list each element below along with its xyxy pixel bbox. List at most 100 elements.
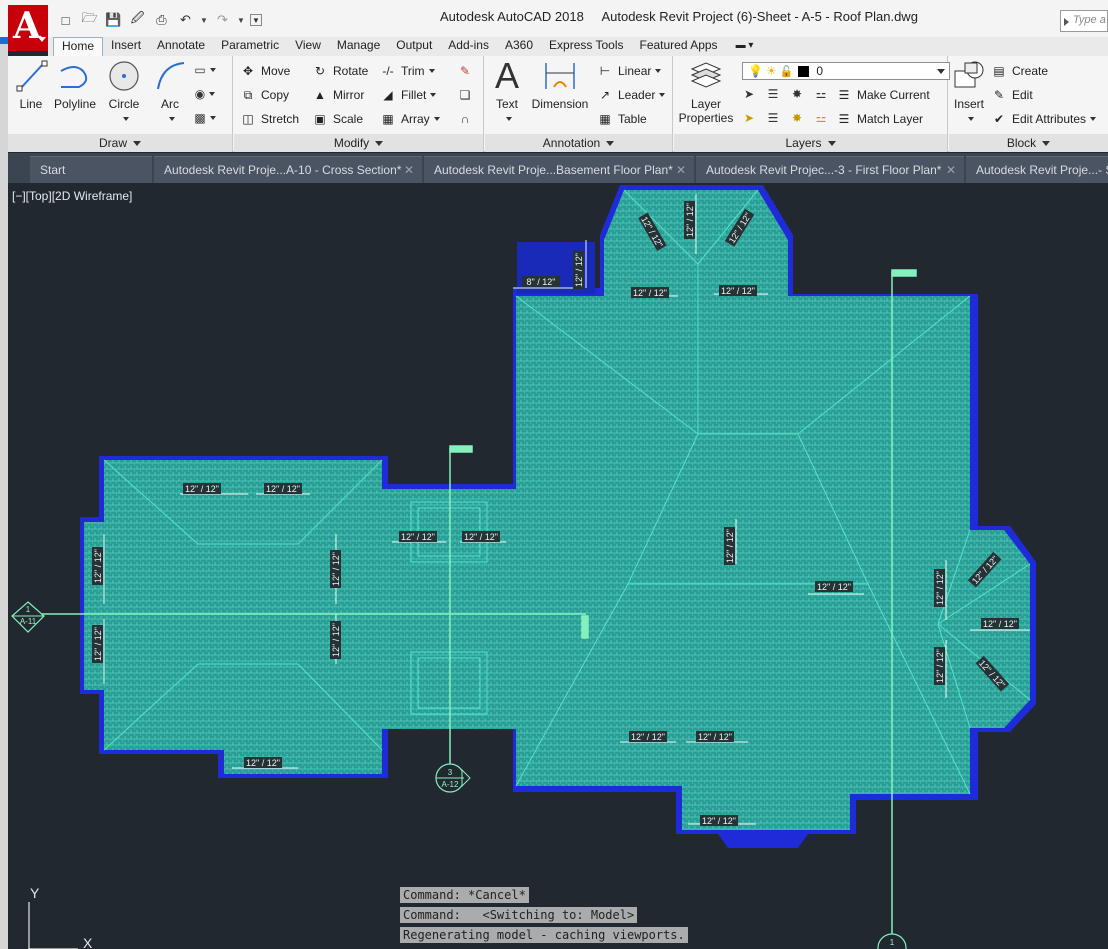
stretch-button[interactable]: ◫ Stretch xyxy=(240,109,299,129)
viewport-controls[interactable]: [−][Top][2D Wireframe] xyxy=(12,189,132,203)
edit-attributes-icon: ✔ xyxy=(993,112,1005,126)
chevron-down-icon[interactable] xyxy=(506,116,512,121)
plot-icon[interactable]: ⎙ xyxy=(152,11,171,29)
modify-panel-title[interactable]: Modify xyxy=(234,134,483,152)
draw-panel-title[interactable]: Draw xyxy=(8,134,232,152)
dimension-button[interactable]: Dimension xyxy=(529,59,591,111)
slope-tag-text: 12" / 12" xyxy=(93,549,103,583)
unlock-icon[interactable]: 🔓 xyxy=(780,65,794,78)
window-title: Autodesk AutoCAD 2018 Autodesk Revit Pro… xyxy=(440,9,918,24)
ribbon-minimize-icon[interactable]: ▬ ▾ xyxy=(726,37,764,56)
annotation-panel-title[interactable]: Annotation xyxy=(485,134,672,152)
insert-button[interactable]: Insert xyxy=(951,59,987,125)
section-marker-1-a11[interactable]: 1 A-11 xyxy=(11,601,45,633)
section-marker-3-a12[interactable]: 3 A-12 xyxy=(435,763,471,793)
close-icon[interactable]: ✕ xyxy=(404,157,414,183)
tab-add-ins[interactable]: Add-ins xyxy=(440,37,497,56)
close-icon[interactable]: ✕ xyxy=(676,157,686,183)
layer-unisolate-icon[interactable]: ☰ xyxy=(764,110,782,126)
match-layer-button[interactable]: ☰ Match Layer xyxy=(836,109,923,129)
layer-off-icon[interactable]: ➤ xyxy=(740,86,758,102)
section-marker-sheet: A-11 xyxy=(20,617,37,626)
save-icon[interactable]: 💾 xyxy=(104,11,123,29)
layer-freeze-icon[interactable]: ✸ xyxy=(788,86,806,102)
file-tab-cross-section[interactable]: Autodesk Revit Proje...A-10 - Cross Sect… xyxy=(154,156,422,183)
mirror-button[interactable]: ▲ Mirror xyxy=(312,85,364,105)
layer-on-icon[interactable]: ➤ xyxy=(740,110,758,126)
search-input[interactable]: Type a xyxy=(1060,10,1108,32)
explode-icon[interactable]: ❏ xyxy=(456,87,474,103)
circle-button[interactable]: Circle xyxy=(104,59,144,125)
copy-button[interactable]: ⧉ Copy xyxy=(240,85,289,105)
text-button[interactable]: A Text xyxy=(489,58,525,125)
redo-dropdown-icon[interactable]: ▼ xyxy=(237,13,245,27)
section-marker-1-bottom[interactable]: 1 xyxy=(877,933,907,949)
rectangle-icon[interactable]: ▭ xyxy=(194,62,216,78)
layer-color-swatch[interactable] xyxy=(798,65,810,77)
redo-icon[interactable]: ↷ xyxy=(213,11,232,29)
customize-qat-icon[interactable]: ▼ xyxy=(250,14,262,26)
undo-icon[interactable]: ↶ xyxy=(176,11,195,29)
file-tab-sheet[interactable]: Autodesk Revit Proje...- Se xyxy=(966,156,1108,183)
hatch-icon[interactable]: ◉ xyxy=(195,86,216,102)
block-panel-title[interactable]: Block xyxy=(949,134,1108,152)
close-icon[interactable]: ✕ xyxy=(946,157,956,183)
move-button[interactable]: ✥ Move xyxy=(240,61,290,81)
create-block-button[interactable]: ▤ Create xyxy=(991,61,1048,81)
trim-button[interactable]: -/- Trim xyxy=(380,61,435,81)
search-expand-icon[interactable] xyxy=(1064,18,1069,26)
layer-stack-icon xyxy=(688,59,724,93)
tab-view[interactable]: View xyxy=(287,37,329,56)
tab-annotate[interactable]: Annotate xyxy=(149,37,213,56)
chevron-down-icon[interactable] xyxy=(937,69,945,74)
file-tab-first-floor-plan[interactable]: Autodesk Revit Projec...-3 - First Floor… xyxy=(696,156,964,183)
array-button[interactable]: ▦ Array xyxy=(380,109,440,129)
boundary-icon[interactable]: ▩ xyxy=(194,110,216,126)
tab-insert[interactable]: Insert xyxy=(103,37,149,56)
rotate-button[interactable]: ↻ Rotate xyxy=(312,61,368,81)
edit-block-button[interactable]: ✎ Edit xyxy=(991,85,1033,105)
fillet-button[interactable]: ◢ Fillet xyxy=(380,85,437,105)
tab-featured-apps[interactable]: Featured Apps xyxy=(632,37,726,56)
edit-attributes-button[interactable]: ✔ Edit Attributes xyxy=(991,109,1097,129)
layer-dropdown[interactable]: 💡 ☀ 🔓 0 xyxy=(742,62,950,80)
arc-button[interactable]: Arc xyxy=(150,59,190,125)
tab-home[interactable]: Home xyxy=(53,37,104,56)
layer-unlock-icon[interactable]: ⚍ xyxy=(812,110,830,126)
new-file-icon[interactable]: □ xyxy=(56,11,75,29)
make-current-button[interactable]: ☰ Make Current xyxy=(836,85,930,105)
chevron-down-icon[interactable] xyxy=(169,116,175,121)
layer-properties-button[interactable]: Layer Properties xyxy=(676,59,736,125)
application-menu-button[interactable]: A xyxy=(8,5,48,51)
open-folder-icon[interactable]: 🗁 xyxy=(80,10,99,29)
file-tab-start[interactable]: Start xyxy=(30,156,152,183)
tab-parametric[interactable]: Parametric xyxy=(213,37,287,56)
sun-icon[interactable]: ☀ xyxy=(766,64,777,78)
save-as-icon[interactable]: 🖉 xyxy=(128,10,147,29)
tab-manage[interactable]: Manage xyxy=(329,37,388,56)
drawing-canvas[interactable]: 12" / 12" 12" / 12" 12" / 12" 12" / 12" 12" … xyxy=(8,184,1108,949)
command-history: Command: *Cancel* Command: <Switching to… xyxy=(400,887,688,947)
tab-a360[interactable]: A360 xyxy=(497,37,541,56)
layer-lock-icon[interactable]: ⚍ xyxy=(812,86,830,102)
line-button[interactable]: Line xyxy=(14,59,48,111)
layer-thaw-icon[interactable]: ✸ xyxy=(788,110,806,126)
tab-output[interactable]: Output xyxy=(388,37,440,56)
roof-plan-drawing[interactable]: 12" / 12" 12" / 12" 12" / 12" 12" / 12" 12" … xyxy=(8,184,1108,949)
undo-dropdown-icon[interactable]: ▼ xyxy=(200,13,208,27)
layers-panel-title[interactable]: Layers xyxy=(674,134,947,152)
file-tab-basement-floor-plan[interactable]: Autodesk Revit Proje...Basement Floor Pl… xyxy=(424,156,694,183)
offset-icon[interactable]: ∩ xyxy=(456,111,474,127)
chevron-down-icon[interactable] xyxy=(968,116,974,121)
erase-icon[interactable]: ✎ xyxy=(456,63,474,79)
linear-button[interactable]: ⊢ Linear xyxy=(597,61,662,81)
lightbulb-icon[interactable]: 💡 xyxy=(748,64,763,78)
leader-button[interactable]: ↗ Leader xyxy=(597,85,666,105)
scale-button[interactable]: ▣ Scale xyxy=(312,109,363,129)
layer-isolate-icon[interactable]: ☰ xyxy=(764,86,782,102)
table-button[interactable]: ▦ Table xyxy=(597,109,646,129)
polyline-button[interactable]: Polyline xyxy=(50,59,100,111)
slope-tag: 12" / 12" xyxy=(696,731,734,742)
tab-express-tools[interactable]: Express Tools xyxy=(541,37,631,56)
chevron-down-icon[interactable] xyxy=(123,116,129,121)
